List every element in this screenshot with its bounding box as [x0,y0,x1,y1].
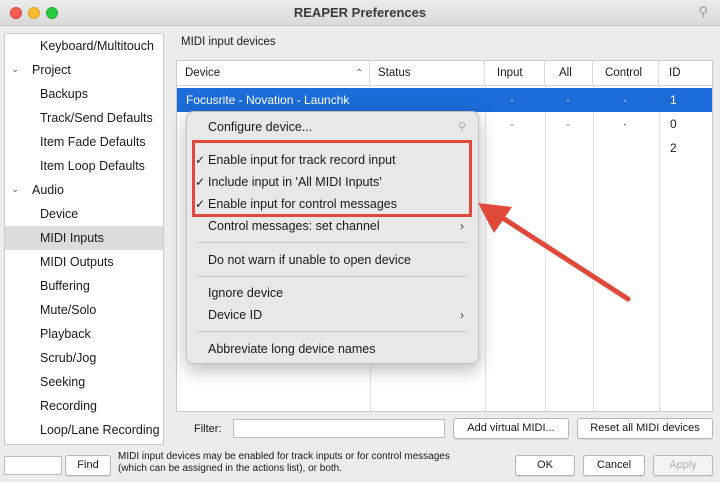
sidebar-item-mute-solo[interactable]: Mute/Solo [5,298,163,322]
column-header-input[interactable]: Input [485,61,545,86]
column-header-id[interactable]: ID [659,61,712,86]
sidebar-item-track-send-defaults[interactable]: Track/Send Defaults [5,106,163,130]
sidebar-item-midi-outputs[interactable]: MIDI Outputs [5,250,163,274]
help-text-line: MIDI input devices may be enabled for tr… [118,451,450,462]
chevron-down-icon[interactable]: ⌄ [11,178,19,202]
menu-item-label: Configure device... [208,120,313,134]
id-cell: 0 [670,117,677,131]
column-header-label: ID [669,67,681,79]
column-header-status[interactable]: Status [370,61,485,86]
menu-item-label: Ignore device [208,286,284,300]
menu-item-ignore-device[interactable]: Ignore device [187,282,478,304]
sidebar-item-item-fade-defaults[interactable]: Item Fade Defaults [5,130,163,154]
section-title: MIDI input devices [181,36,276,48]
pin-icon: ⚲ [457,121,466,133]
menu-item-configure-device[interactable]: Configure device... ⚲ [187,116,478,138]
column-header-all[interactable]: All [545,61,593,86]
sidebar-item-label: Device [40,207,79,221]
menu-item-label: Device ID [208,308,263,322]
find-button[interactable]: Find [65,455,111,476]
all-cell[interactable]: · [566,88,570,112]
sidebar-item-label: MIDI Inputs [40,231,104,245]
menu-item-label: Do not warn if unable to open device [208,253,411,267]
sidebar-item-project[interactable]: ⌄ Project [5,58,163,82]
column-header-label: Device [185,67,221,79]
apply-button: Apply [653,455,713,476]
sidebar-item-label: Backups [40,87,88,101]
table-row[interactable]: Focusrite - Novation - Launchk · · · 1 [177,88,712,112]
add-virtual-midi-button[interactable]: Add virtual MIDI... [453,418,569,439]
window-title: REAPER Preferences [293,5,427,20]
help-text-line: (which can be assigned in the actions li… [118,463,343,474]
sidebar-item-seeking[interactable]: Seeking [5,370,163,394]
sidebar-item-device[interactable]: Device [5,202,163,226]
find-input[interactable] [4,456,62,475]
ok-button[interactable]: OK [515,455,575,476]
cancel-button[interactable]: Cancel [583,455,645,476]
device-name-cell: Focusrite - Novation - Launchk [186,93,350,107]
menu-item-label: Abbreviate long device names [208,342,376,356]
menu-separator [197,331,468,332]
id-cell: 2 [670,141,677,155]
sidebar-item-label: Playback [40,327,91,341]
input-cell[interactable]: · [510,112,514,136]
sidebar-item-label: Track/Send Defaults [40,111,153,125]
sidebar-item-label: Keyboard/Multitouch [40,39,154,53]
sidebar-item-label: Project [32,63,71,77]
control-cell[interactable]: · [623,88,627,112]
id-cell: 1 [670,93,677,107]
sidebar-item-item-loop-defaults[interactable]: Item Loop Defaults [5,154,163,178]
menu-item-control-messages-set-channel[interactable]: Control messages: set channel › [187,215,478,237]
sidebar-item-label: Loop/Lane Recording [40,423,160,437]
menu-separator [197,242,468,243]
help-text: MIDI input devices may be enabled for tr… [118,451,498,475]
pin-icon[interactable]: ⚲ [698,4,708,20]
column-header-label: Control [605,67,643,79]
sidebar-item-midi-inputs[interactable]: MIDI Inputs [5,226,163,250]
annotation-highlight-box [192,140,472,217]
input-cell[interactable]: · [510,88,514,112]
column-header-label: Status [378,67,411,79]
column-header-control[interactable]: Control [593,61,659,86]
sidebar-item-buffering[interactable]: Buffering [5,274,163,298]
menu-item-do-not-warn[interactable]: Do not warn if unable to open device [187,249,478,271]
title-bar: REAPER Preferences ⚲ [0,0,720,26]
table-header: Device ⌃ Status Input All Control ID [177,61,712,86]
all-cell[interactable]: · [566,112,570,136]
menu-item-label: Control messages: set channel [208,219,380,233]
sidebar-item-label: Seeking [40,375,86,389]
menu-separator [197,276,468,277]
sidebar-item-audio[interactable]: ⌄ Audio [5,178,163,202]
column-header-label: All [559,67,572,79]
control-cell[interactable]: · [623,112,627,136]
sidebar-item-keyboard-multitouch[interactable]: Keyboard/Multitouch [5,34,163,58]
sidebar-item-label: Audio [32,183,64,197]
submenu-arrow-icon: › [460,308,464,322]
menu-item-abbreviate-names[interactable]: Abbreviate long device names [187,338,478,360]
sidebar-item-label: Mute/Solo [40,303,97,317]
sidebar-item-label: Buffering [40,279,90,293]
filter-input[interactable] [233,419,445,438]
sidebar-item-label: Item Loop Defaults [40,159,145,173]
menu-item-device-id[interactable]: Device ID › [187,304,478,326]
chevron-down-icon[interactable]: ⌄ [11,58,19,82]
sidebar-item-label: Item Fade Defaults [40,135,146,149]
sidebar-item-label: Recording [40,399,97,413]
sidebar-item-backups[interactable]: Backups [5,82,163,106]
sidebar-item-playback[interactable]: Playback [5,322,163,346]
sort-ascending-icon: ⌃ [355,68,364,79]
column-header-label: Input [497,67,523,79]
sidebar-item-label: Scrub/Jog [40,351,97,365]
submenu-arrow-icon: › [460,219,464,233]
column-header-device[interactable]: Device ⌃ [177,61,370,86]
sidebar-item-recording[interactable]: Recording [5,394,163,418]
sidebar-item-label: MIDI Outputs [40,255,114,269]
reset-all-midi-devices-button[interactable]: Reset all MIDI devices [577,418,713,439]
sidebar-item-scrub-jog[interactable]: Scrub/Jog [5,346,163,370]
sidebar-item-loop-lane-recording[interactable]: Loop/Lane Recording [5,418,163,442]
annotation-arrow-icon [478,203,631,302]
preferences-sidebar: Keyboard/Multitouch ⌄ Project Backups Tr… [4,33,164,445]
filter-label: Filter: [194,423,222,435]
